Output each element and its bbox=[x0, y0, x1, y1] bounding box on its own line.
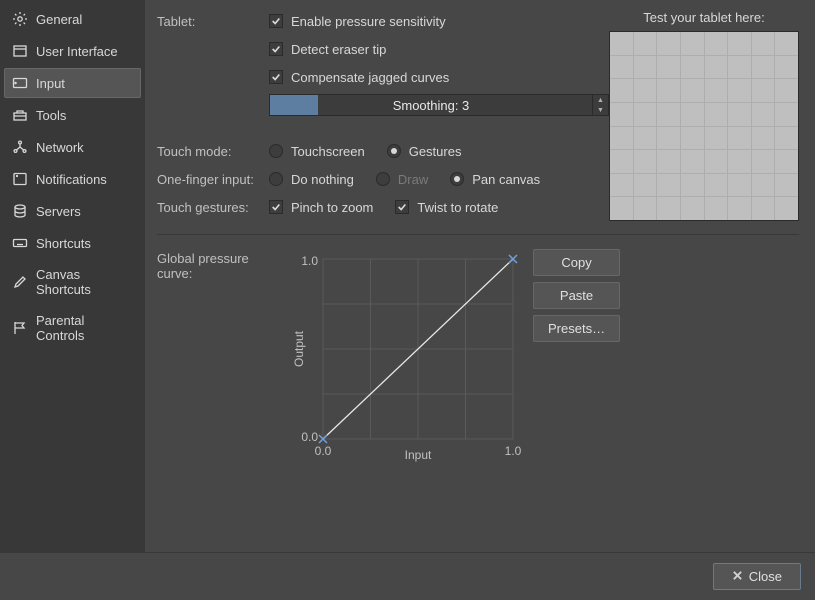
toolbox-icon bbox=[12, 107, 28, 123]
pressure-sensitivity-checkbox[interactable] bbox=[269, 14, 283, 28]
twist-rotate-label: Twist to rotate bbox=[417, 200, 498, 215]
sidebar-item-label: User Interface bbox=[36, 44, 118, 59]
network-icon bbox=[12, 139, 28, 155]
touchscreen-radio[interactable] bbox=[269, 144, 283, 158]
svg-text:0.0: 0.0 bbox=[301, 430, 318, 444]
sidebar-item-label: Network bbox=[36, 140, 84, 155]
sidebar-item-parental-controls[interactable]: Parental Controls bbox=[4, 306, 141, 350]
sidebar-item-label: Notifications bbox=[36, 172, 107, 187]
sidebar-item-input[interactable]: Input bbox=[4, 68, 141, 98]
sidebar-item-label: Canvas Shortcuts bbox=[36, 267, 133, 297]
pencil-icon bbox=[12, 274, 28, 290]
presets-button[interactable]: Presets… bbox=[533, 315, 620, 342]
gestures-radio-label: Gestures bbox=[409, 144, 462, 159]
touchscreen-radio-label: Touchscreen bbox=[291, 144, 365, 159]
pan-canvas-radio[interactable] bbox=[450, 172, 464, 186]
compensate-jagged-label: Compensate jagged curves bbox=[291, 70, 449, 85]
tablet-test-area[interactable] bbox=[609, 31, 799, 221]
close-button-label: Close bbox=[749, 569, 782, 584]
touch-gestures-label: Touch gestures: bbox=[157, 200, 261, 215]
detect-eraser-checkbox[interactable] bbox=[269, 42, 283, 56]
pressure-curve-editor[interactable]: 1.0 0.0 0.0 1.0 Input Output bbox=[293, 249, 523, 469]
sidebar-item-label: General bbox=[36, 12, 82, 27]
svg-text:0.0: 0.0 bbox=[315, 444, 332, 458]
touch-mode-label: Touch mode: bbox=[157, 144, 261, 159]
pinch-zoom-label: Pinch to zoom bbox=[291, 200, 373, 215]
sidebar-item-shortcuts[interactable]: Shortcuts bbox=[4, 228, 141, 258]
sidebar-item-general[interactable]: General bbox=[4, 4, 141, 34]
paste-button[interactable]: Paste bbox=[533, 282, 620, 309]
tablet-test-title: Test your tablet here: bbox=[609, 10, 799, 25]
pan-canvas-radio-label: Pan canvas bbox=[472, 172, 540, 187]
close-button[interactable]: Close bbox=[713, 563, 801, 590]
close-icon bbox=[732, 569, 743, 584]
settings-input-panel: Tablet: Enable pressure sensitivity Dete… bbox=[145, 0, 815, 552]
do-nothing-radio[interactable] bbox=[269, 172, 283, 186]
divider bbox=[157, 234, 799, 235]
compensate-jagged-checkbox[interactable] bbox=[269, 70, 283, 84]
sidebar-item-user-interface[interactable]: User Interface bbox=[4, 36, 141, 66]
keyboard-icon bbox=[12, 235, 28, 251]
draw-radio-label: Draw bbox=[398, 172, 428, 187]
dialog-footer: Close bbox=[0, 552, 815, 600]
smoothing-value: Smoothing: 3 bbox=[393, 98, 470, 113]
pinch-zoom-checkbox[interactable] bbox=[269, 200, 283, 214]
gear-icon bbox=[12, 11, 28, 27]
smoothing-slider[interactable]: Smoothing: 3 ▲ ▼ bbox=[269, 94, 609, 116]
flag-icon bbox=[12, 320, 28, 336]
draw-radio[interactable] bbox=[376, 172, 390, 186]
sidebar-item-canvas-shortcuts[interactable]: Canvas Shortcuts bbox=[4, 260, 141, 304]
sidebar: General User Interface Input Tools Network No… bbox=[0, 0, 145, 552]
sidebar-item-servers[interactable]: Servers bbox=[4, 196, 141, 226]
tablet-label: Tablet: bbox=[157, 14, 261, 29]
sidebar-item-label: Servers bbox=[36, 204, 81, 219]
gestures-radio[interactable] bbox=[387, 144, 401, 158]
window-icon bbox=[12, 43, 28, 59]
do-nothing-radio-label: Do nothing bbox=[291, 172, 354, 187]
sidebar-item-label: Parental Controls bbox=[36, 313, 133, 343]
svg-text:Input: Input bbox=[405, 448, 432, 462]
copy-button[interactable]: Copy bbox=[533, 249, 620, 276]
database-icon bbox=[12, 203, 28, 219]
smoothing-decrement[interactable]: ▼ bbox=[593, 105, 608, 115]
svg-text:Output: Output bbox=[293, 330, 306, 367]
sidebar-item-notifications[interactable]: Notifications bbox=[4, 164, 141, 194]
sidebar-item-label: Input bbox=[36, 76, 65, 91]
svg-text:1.0: 1.0 bbox=[301, 254, 318, 268]
twist-rotate-checkbox[interactable] bbox=[395, 200, 409, 214]
pressure-curve-label: Global pressure curve: bbox=[157, 249, 283, 469]
svg-text:1.0: 1.0 bbox=[505, 444, 522, 458]
sidebar-item-label: Shortcuts bbox=[36, 236, 91, 251]
sidebar-item-label: Tools bbox=[36, 108, 66, 123]
tablet-icon bbox=[12, 75, 28, 91]
pressure-sensitivity-label: Enable pressure sensitivity bbox=[291, 14, 446, 29]
smoothing-increment[interactable]: ▲ bbox=[593, 95, 608, 105]
sidebar-item-tools[interactable]: Tools bbox=[4, 100, 141, 130]
detect-eraser-label: Detect eraser tip bbox=[291, 42, 386, 57]
sidebar-item-network[interactable]: Network bbox=[4, 132, 141, 162]
bell-icon bbox=[12, 171, 28, 187]
one-finger-label: One-finger input: bbox=[157, 172, 261, 187]
